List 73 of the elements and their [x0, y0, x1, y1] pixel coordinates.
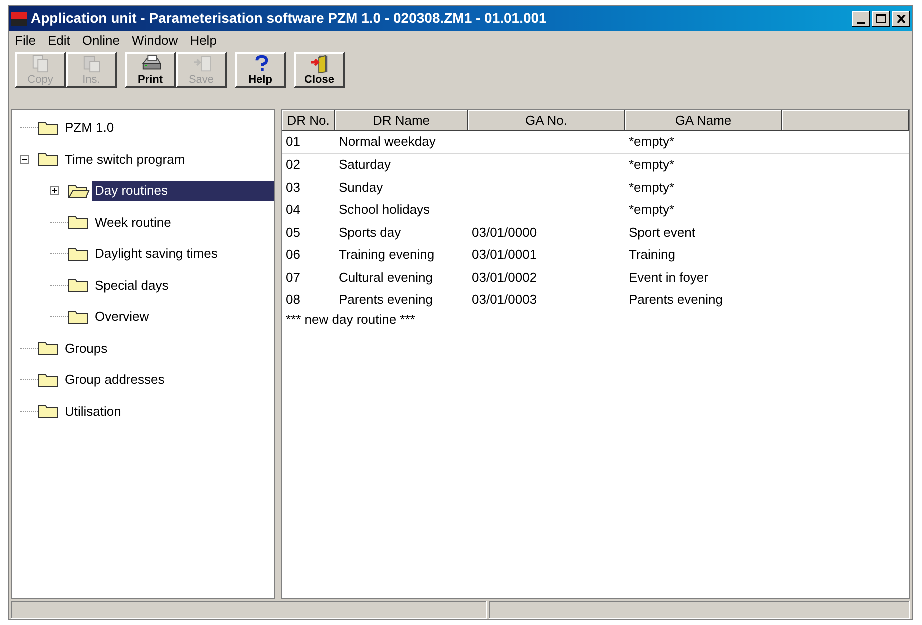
expand-toggle[interactable] — [50, 186, 59, 196]
table-cell: Sunday — [339, 180, 384, 194]
menu-item[interactable]: Edit — [48, 31, 70, 51]
table-cell: *empty* — [629, 157, 675, 172]
table-cell: 03/01/0000 — [472, 224, 538, 240]
folder-icon — [68, 182, 90, 199]
minimize-icon — [857, 22, 865, 24]
table-cell: Saturday — [339, 157, 392, 172]
table-cell: Sports day — [339, 224, 402, 240]
folder-icon — [38, 340, 60, 356]
collapse-toggle[interactable] — [20, 154, 29, 164]
folder-icon — [38, 151, 60, 168]
new-row-entry[interactable]: *** new day routine *** — [286, 310, 416, 330]
close-icon — [896, 14, 906, 22]
table-cell: 05 — [286, 224, 300, 240]
table-cell: Training evening — [339, 247, 435, 262]
table-cell: 06 — [286, 247, 300, 262]
maximize-icon — [876, 14, 886, 23]
table-cell: Sport event — [629, 224, 696, 240]
tree-item[interactable]: Time switch program — [62, 149, 188, 170]
close-button[interactable] — [892, 10, 910, 26]
menu-item[interactable]: Help — [190, 31, 217, 51]
help-button[interactable]: Help — [235, 52, 286, 88]
close-icon — [308, 54, 330, 74]
tree-item[interactable]: Week routine — [92, 212, 174, 232]
folder-icon — [68, 308, 90, 325]
tree-item[interactable]: Daylight saving times — [92, 244, 221, 264]
tree-item[interactable]: Group addresses — [62, 370, 168, 390]
menu-item[interactable]: Window — [132, 31, 178, 51]
plus-icon — [51, 187, 58, 194]
close-button[interactable]: Close — [294, 52, 345, 88]
table-cell: *empty* — [629, 202, 675, 217]
app-logo-icon — [11, 12, 27, 26]
folder-icon — [68, 277, 90, 294]
table-cell: 04 — [286, 202, 300, 217]
tree-item[interactable]: PZM 1.0 — [62, 118, 118, 138]
table-cell: Cultural evening — [339, 270, 433, 284]
table-cell: Normal weekday — [339, 134, 436, 149]
table-cell: 03/01/0002 — [472, 270, 538, 284]
table-cell: *empty* — [629, 134, 675, 149]
table-cell: 02 — [286, 157, 300, 172]
tree-item[interactable]: Special days — [92, 275, 172, 296]
tree-item[interactable]: Day routines — [92, 180, 274, 201]
column-header[interactable]: GA Name — [625, 110, 782, 131]
menu-item[interactable]: File — [15, 31, 36, 51]
tree-item[interactable]: Groups — [62, 338, 111, 358]
maximize-button[interactable] — [872, 10, 890, 26]
table-cell: 03/01/0003 — [472, 292, 538, 307]
table-cell: 08 — [286, 292, 300, 307]
window-title: Application unit - Parameterisation software PZM 1.0 - 020308.ZM1 - 01.01.001 — [31, 9, 547, 28]
folder-icon — [68, 214, 90, 230]
table-cell: 07 — [286, 270, 300, 284]
table-cell: School holidays — [339, 202, 430, 217]
column-header[interactable]: DR No. — [282, 110, 335, 131]
menu-item[interactable]: Online — [82, 31, 120, 51]
folder-icon — [38, 372, 60, 388]
tree-item[interactable]: Utilisation — [62, 401, 124, 422]
table-cell: 03/01/0001 — [472, 247, 538, 262]
minimize-button[interactable] — [852, 10, 870, 26]
table-cell: Parents evening — [629, 292, 723, 307]
table-cell: Parents evening — [339, 292, 433, 307]
tree-item[interactable]: Overview — [92, 306, 152, 327]
table-cell: Training — [629, 247, 676, 262]
folder-icon — [38, 403, 60, 420]
table-cell: 01 — [286, 134, 300, 149]
table-cell: 03 — [286, 180, 300, 194]
table-cell: Event in foyer — [629, 270, 708, 284]
column-header[interactable]: GA No. — [468, 110, 625, 131]
column-header[interactable]: DR Name — [335, 110, 468, 131]
folder-icon — [68, 246, 90, 262]
folder-icon — [38, 120, 60, 136]
print-button[interactable]: Print — [125, 52, 176, 88]
table-cell: *empty* — [629, 180, 675, 194]
